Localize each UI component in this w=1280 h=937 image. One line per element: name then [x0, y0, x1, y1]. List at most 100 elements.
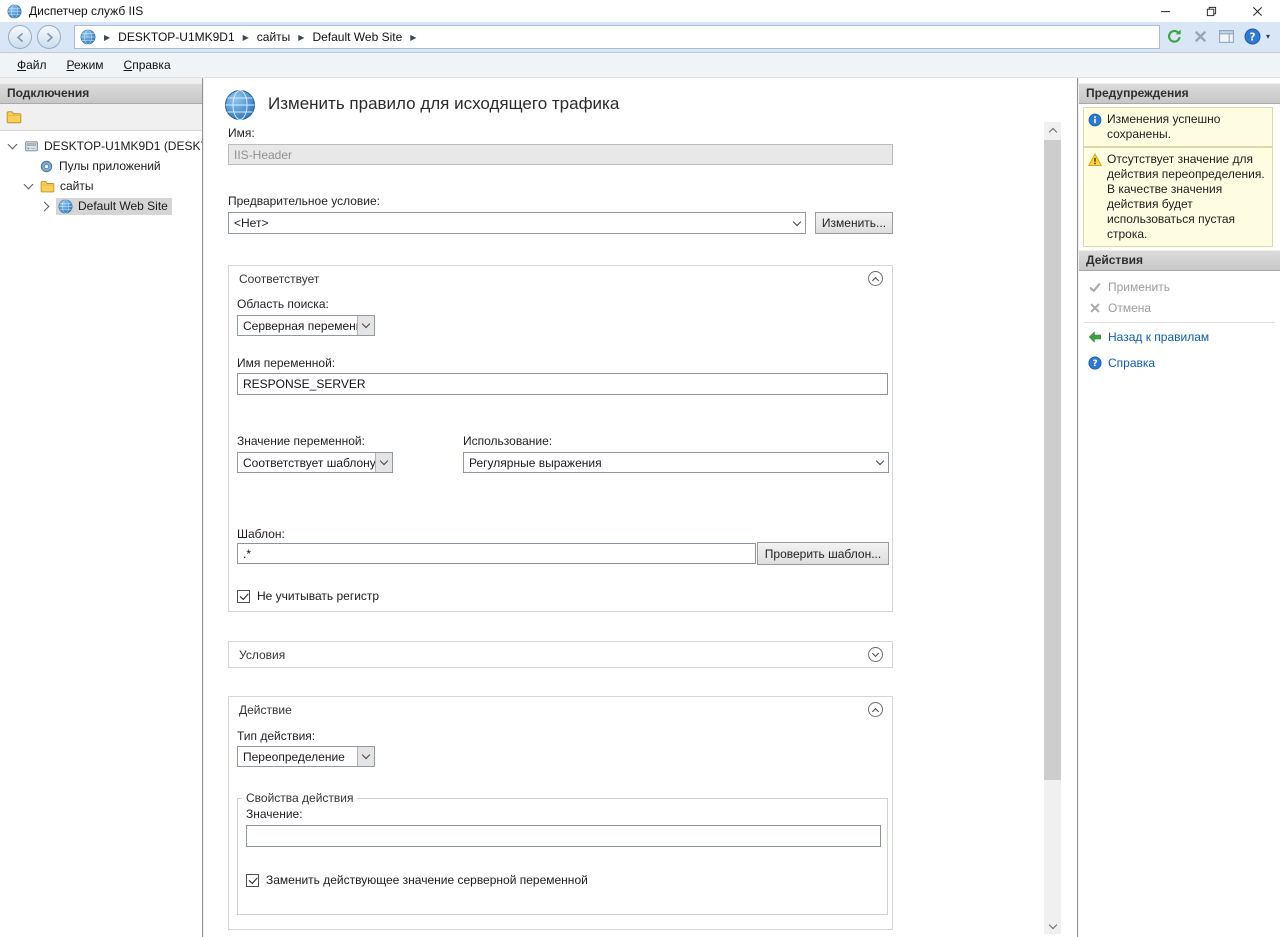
variable-value-select-value: Соответствует шаблону — [238, 456, 375, 470]
connections-panel: Подключения DESKTOP-U1MK9D1 (DESKTOP Пул… — [0, 78, 203, 937]
breadcrumb-item-server[interactable]: DESKTOP-U1MK9D1 — [118, 30, 234, 44]
back-button[interactable] — [8, 25, 32, 49]
tree-node-default-web-site-label: Default Web Site — [78, 199, 168, 213]
using-select-value: Регулярные выражения — [464, 456, 871, 470]
scroll-up-button[interactable] — [1044, 122, 1061, 139]
breadcrumb-item-default-web-site[interactable]: Default Web Site — [312, 30, 402, 44]
app-pools-icon — [39, 159, 54, 174]
precondition-select[interactable]: <Нет> — [228, 212, 806, 234]
action-properties-group: Свойства действия Значение: Заменить дей… — [237, 791, 888, 915]
variable-value-label: Значение переменной: — [237, 434, 365, 448]
connections-toolbar-icon[interactable] — [6, 109, 22, 125]
help-icon[interactable] — [1244, 28, 1261, 45]
connections-toolbar — [0, 104, 202, 130]
replace-value-checkbox[interactable] — [246, 874, 259, 887]
name-label: Имя: — [228, 126, 255, 140]
apply-action-label: Применить — [1108, 280, 1170, 294]
breadcrumb-separator-icon: ▶ — [410, 33, 416, 42]
info-alert: Изменения успешно сохранены. — [1083, 107, 1273, 147]
minimize-button[interactable] — [1142, 0, 1188, 22]
app-icon — [7, 4, 22, 19]
ignore-case-checkbox[interactable] — [237, 590, 250, 603]
chevron-down-icon — [788, 213, 805, 233]
action-type-label: Тип действия: — [237, 729, 315, 743]
pattern-input[interactable] — [237, 543, 756, 564]
address-toolbar: ▾ — [1166, 28, 1270, 45]
main-content: Изменить правило для исходящего трафика … — [204, 78, 1078, 937]
action-type-select-value: Переопределение — [238, 750, 357, 764]
page-title: Изменить правило для исходящего трафика — [268, 94, 619, 114]
tree-node-default-web-site[interactable]: Default Web Site — [0, 196, 202, 216]
cancel-icon — [1088, 301, 1102, 315]
back-to-rules-label[interactable]: Назад к правилам — [1108, 330, 1209, 344]
tree-node-app-pools[interactable]: Пулы приложений — [0, 156, 202, 176]
conditions-section-title: Условия — [239, 648, 285, 662]
value-input[interactable] — [246, 825, 881, 847]
warning-alert: Отсутствует значение для действия переоп… — [1083, 147, 1273, 247]
action-properties-title: Свойства действия — [242, 791, 357, 805]
using-label: Использование: — [463, 434, 552, 448]
stop-icon[interactable] — [1192, 28, 1209, 45]
warning-alert-text: Отсутствует значение для действия переоп… — [1107, 152, 1268, 242]
cancel-action: Отмена — [1088, 299, 1151, 317]
tree-node-sites[interactable]: сайты — [0, 176, 202, 196]
action-type-select[interactable]: Переопределение — [237, 746, 375, 767]
menu-view[interactable]: Режим — [57, 54, 114, 76]
breadcrumb-separator-icon: ▶ — [298, 33, 304, 42]
value-label: Значение: — [246, 807, 303, 821]
test-pattern-button[interactable]: Проверить шаблон... — [757, 542, 889, 565]
menu-file[interactable]: Файл — [7, 54, 57, 76]
restore-button[interactable] — [1188, 0, 1234, 22]
forward-button[interactable] — [37, 25, 61, 49]
chevron-expanded-icon[interactable] — [8, 140, 18, 150]
scrollbar-thumb[interactable] — [1044, 140, 1061, 780]
forward-arrow-icon — [43, 31, 56, 44]
apply-action: Применить — [1088, 278, 1170, 296]
chevron-down-icon — [357, 316, 374, 335]
info-icon — [1088, 113, 1102, 127]
title-bar: Диспетчер служб IIS — [0, 0, 1280, 22]
back-arrow-icon — [14, 31, 27, 44]
chevron-down-icon — [871, 453, 888, 472]
menu-help[interactable]: Справка — [114, 54, 181, 76]
scroll-down-button[interactable] — [1044, 917, 1061, 934]
pattern-label: Шаблон: — [237, 527, 285, 541]
variable-name-input[interactable] — [237, 373, 888, 395]
actions-separator — [1084, 322, 1275, 323]
breadcrumb-item-sites[interactable]: сайты — [257, 30, 291, 44]
scope-select[interactable]: Серверная переменн — [237, 315, 375, 336]
scrollbar[interactable] — [1044, 122, 1061, 934]
warning-icon — [1088, 153, 1102, 167]
expand-section-button[interactable] — [868, 647, 883, 662]
action-section-title: Действие — [239, 703, 292, 717]
apply-icon — [1088, 280, 1102, 294]
help-action[interactable]: Справка — [1088, 354, 1155, 372]
match-section-title: Соответствует — [239, 272, 319, 286]
using-select[interactable]: Регулярные выражения — [463, 452, 889, 473]
connections-header: Подключения — [0, 83, 202, 104]
tree-node-server[interactable]: DESKTOP-U1MK9D1 (DESKTOP — [0, 136, 202, 156]
minimize-icon — [1160, 6, 1171, 17]
ignore-case-row: Не учитывать регистр — [237, 589, 379, 603]
window-controls — [1142, 0, 1280, 22]
breadcrumb-separator-icon: ▶ — [243, 33, 249, 42]
help-action-label[interactable]: Справка — [1108, 356, 1155, 370]
edit-precondition-button[interactable]: Изменить... — [815, 212, 893, 234]
refresh-icon[interactable] — [1166, 28, 1183, 45]
collapse-section-button[interactable] — [868, 702, 883, 717]
site-globe-icon — [58, 199, 73, 214]
variable-value-select[interactable]: Соответствует шаблону — [237, 452, 393, 473]
actions-header: Действия — [1079, 250, 1280, 271]
window-title: Диспетчер служб IIS — [29, 4, 143, 18]
replace-value-label: Заменить действующее значение серверной … — [266, 873, 588, 887]
panels-icon[interactable] — [1218, 28, 1235, 45]
chevron-collapsed-icon[interactable] — [40, 201, 50, 211]
help-menu-caret-icon[interactable]: ▾ — [1266, 32, 1270, 41]
precondition-label: Предварительное условие: — [228, 194, 380, 208]
chevron-expanded-icon[interactable] — [24, 180, 34, 190]
back-to-rules-action[interactable]: Назад к правилам — [1088, 328, 1209, 346]
conditions-section[interactable]: Условия — [228, 641, 893, 668]
page-globe-icon — [224, 89, 256, 121]
close-button[interactable] — [1234, 0, 1280, 22]
collapse-section-button[interactable] — [868, 271, 883, 286]
